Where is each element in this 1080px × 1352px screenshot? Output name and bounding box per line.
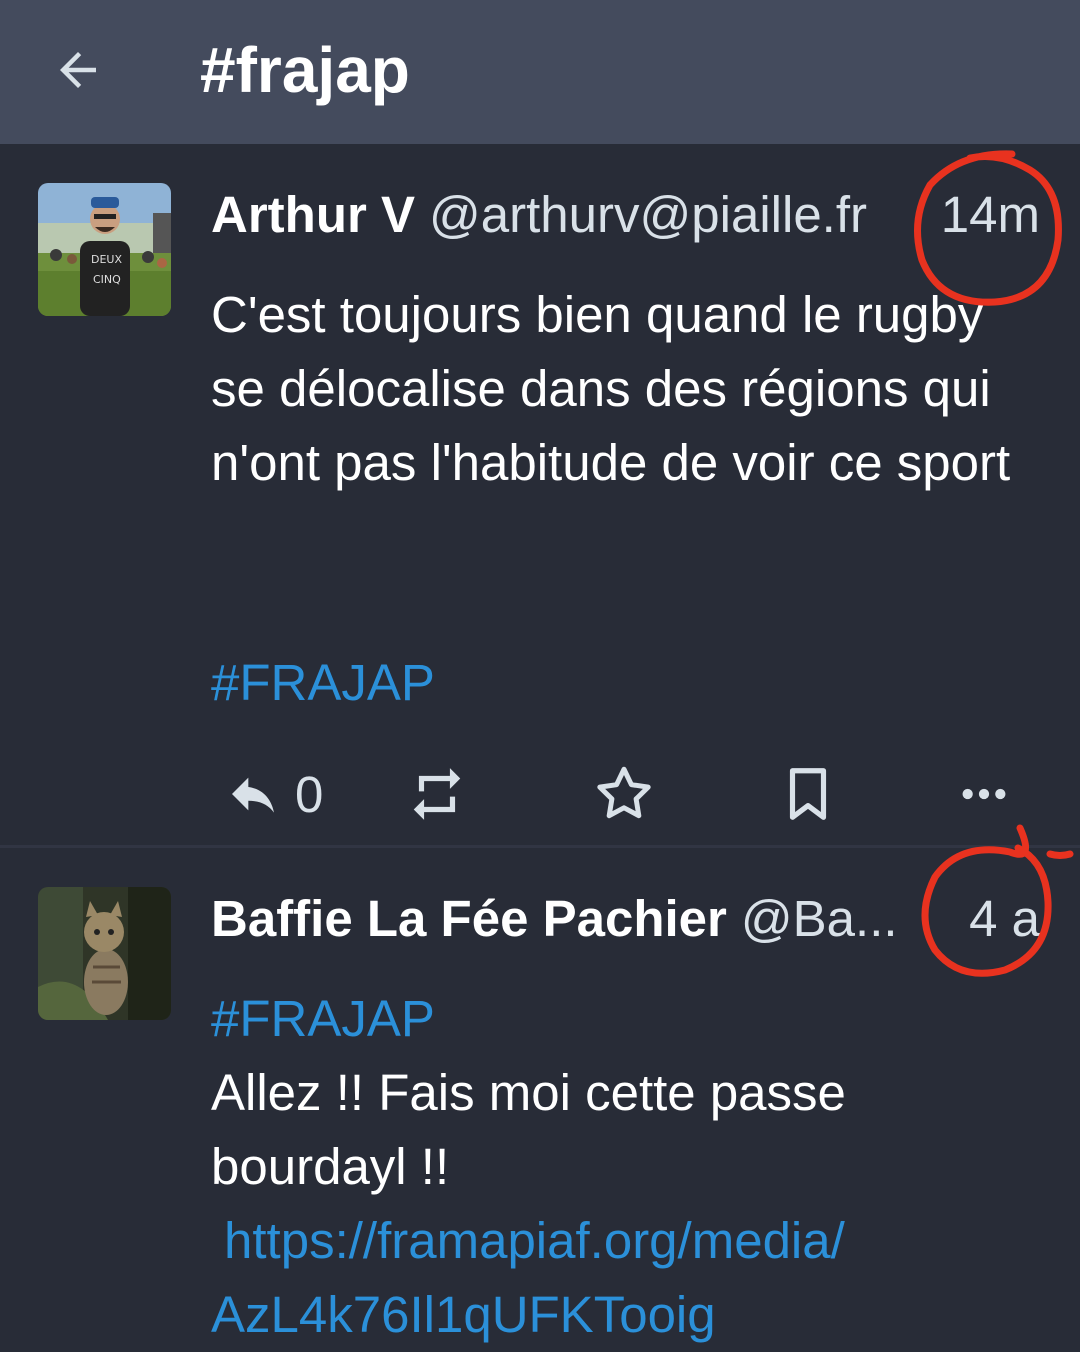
boost-button[interactable] — [406, 752, 468, 836]
display-name[interactable]: Baffie La Fée Pachier — [211, 887, 727, 951]
boost-icon — [413, 768, 461, 820]
annotation-circle — [914, 150, 1062, 306]
display-name[interactable]: Arthur V — [211, 183, 415, 247]
svg-text:DEUX: DEUX — [91, 253, 122, 266]
arrow-left-icon — [60, 52, 96, 88]
page-title: #frajap — [200, 34, 410, 106]
back-button[interactable] — [40, 32, 116, 108]
hashtag-link[interactable]: #FRAJAP — [211, 982, 1041, 1056]
favourite-button[interactable] — [591, 752, 657, 836]
status-header: Baffie La Fée Pachier @Ba... — [211, 887, 921, 951]
account-handle[interactable]: @arthurv@piaille.fr — [429, 183, 867, 247]
svg-text:CINQ: CINQ — [93, 273, 121, 286]
app-bar: #frajap — [0, 0, 1080, 144]
status-text: Allez !! Fais moi cette passe bourdayl !… — [211, 1064, 846, 1195]
account-handle[interactable]: @Ba... — [741, 887, 898, 951]
hashtag-link[interactable]: #FRAJAP — [211, 646, 1041, 720]
more-horizontal-icon — [962, 788, 1006, 800]
avatar[interactable]: DEUX CINQ — [38, 183, 171, 316]
media-link-continuation[interactable]: AzL4k76Il1qUFKTooig — [211, 1278, 1041, 1352]
media-link[interactable]: https://framapiaf.org/media/ — [224, 1204, 1044, 1278]
annotation-circle — [921, 824, 1074, 977]
bookmark-icon — [789, 768, 827, 820]
status-header: Arthur V @arthurv@piaille.fr — [211, 183, 921, 247]
star-icon — [597, 766, 651, 819]
reply-count: 0 — [295, 765, 324, 823]
reply-icon — [232, 777, 274, 813]
bookmark-button[interactable] — [777, 752, 839, 836]
avatar[interactable] — [38, 887, 171, 1020]
reply-button[interactable]: 0 — [225, 752, 323, 836]
